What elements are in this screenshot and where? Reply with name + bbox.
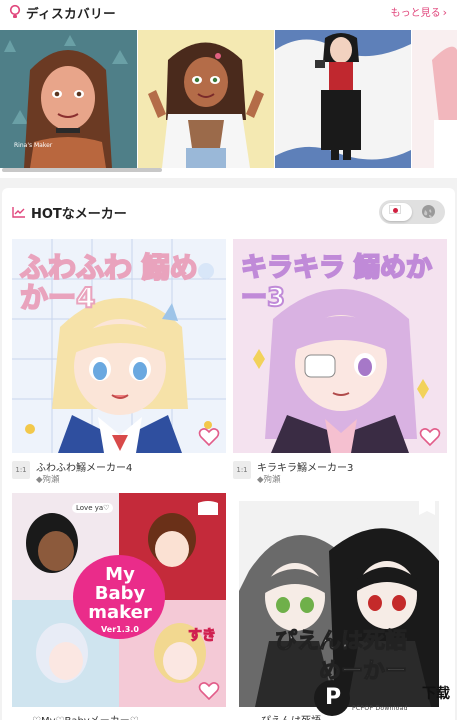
globe-icon (422, 205, 435, 218)
discovery-card[interactable] (412, 30, 457, 168)
favorite-heart-icon[interactable] (198, 681, 220, 701)
maker-name[interactable]: ぴえんは死語 (261, 712, 321, 720)
maker-card[interactable]: ふわふわ 鰯めかー4 1:1 ふわふわ鰯メーカー4 ◆殉瀬 (12, 239, 226, 489)
see-more-label: もっと見る (390, 8, 441, 19)
maker-art-title: ぴえんは死語 (274, 629, 407, 655)
discovery-header: ディスカバリー もっと見る › (0, 0, 457, 26)
carousel-scrollbar[interactable] (2, 168, 162, 172)
lightbulb-icon (9, 4, 21, 18)
maker-art-sticker: すき (188, 628, 217, 645)
maker-author[interactable]: ◆殉瀬 (257, 473, 281, 485)
japan-flag-icon (389, 205, 401, 214)
discovery-card[interactable] (275, 30, 411, 168)
discovery-card-caption: Rina's Maker (14, 142, 53, 149)
chevron-right-icon: › (442, 6, 447, 19)
watermark-subtext: PCPOP Download (352, 705, 408, 712)
aspect-ratio-badge: 1:1 (233, 461, 251, 479)
watermark-text: 下载 (422, 686, 450, 702)
maker-thumbnail[interactable]: ぴえんは死語 めーかー (239, 501, 439, 707)
discovery-title: ディスカバリー (26, 6, 117, 21)
maker-card[interactable]: My Baby maker Ver1.3.0 Love ya♡ すき ♡My♡B… (12, 493, 226, 720)
maker-art-version: Ver1.3.0 (101, 625, 139, 634)
maker-name[interactable]: ふわふわ鰯メーカー4 (36, 459, 132, 474)
maker-thumbnail[interactable]: My Baby maker Ver1.3.0 Love ya♡ すき (12, 493, 226, 707)
favorite-heart-icon[interactable] (419, 427, 441, 447)
discovery-card[interactable] (138, 30, 274, 168)
discovery-carousel[interactable]: Rina's Maker (0, 30, 457, 168)
discovery-card-art (412, 30, 457, 168)
maker-name[interactable]: ♡My♡Babyメーカー♡ (32, 712, 139, 720)
maker-card[interactable]: キラキラ 鰯めかー3 1:1 キラキラ鰯メーカー3 ◆殉瀬 (233, 239, 447, 489)
maker-art-title: My Baby maker (88, 564, 152, 623)
maker-thumbnail[interactable]: ふわふわ 鰯めかー4 (12, 239, 226, 453)
discovery-card-art (275, 30, 411, 168)
trending-chart-icon (12, 207, 25, 218)
see-more-link[interactable]: もっと見る › (391, 4, 447, 19)
maker-name[interactable]: キラキラ鰯メーカー3 (257, 459, 353, 474)
region-toggle[interactable] (379, 200, 445, 224)
discovery-section: ディスカバリー もっと見る › Rina's Maker (0, 0, 457, 178)
maker-art-bubble: Love ya♡ (72, 503, 114, 513)
hot-makers-section: HOTなメーカー ふわふわ 鰯めかー4 1:1 ふわふわ鰯メーカー4 ◆殉瀬 キ… (2, 188, 455, 720)
watermark-logo: P (314, 680, 350, 716)
download-watermark: P 下载 PCPOP Download (314, 678, 457, 720)
favorite-heart-icon[interactable] (198, 427, 220, 447)
maker-thumbnail[interactable]: キラキラ 鰯めかー3 (233, 239, 447, 453)
maker-art-title: ふわふわ 鰯めかー4 (19, 251, 199, 314)
maker-art-title: キラキラ 鰯めかー3 (240, 252, 433, 314)
discovery-card[interactable]: Rina's Maker (0, 30, 137, 168)
aspect-ratio-badge: 1:1 (12, 461, 30, 479)
discovery-card-art (138, 30, 274, 168)
hot-makers-title: HOTなメーカー (31, 207, 127, 222)
app-page: { "discovery": { "title": "ディスカバリー", "se… (0, 0, 457, 720)
maker-author[interactable]: ◆殉瀬 (36, 473, 60, 485)
